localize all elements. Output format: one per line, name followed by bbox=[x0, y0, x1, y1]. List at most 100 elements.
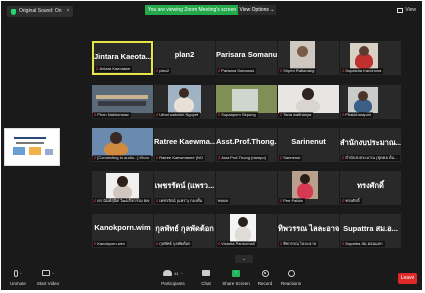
unmute-button[interactable]: ^ Unmute bbox=[1, 268, 35, 286]
participant-label: ♯ [Connecting to audio...] Khon bbox=[93, 155, 151, 161]
participant-name: Ratree Kaewma... bbox=[154, 137, 215, 146]
participant-name: สำนักงบประมาณ... bbox=[340, 138, 401, 147]
mic-muted-icon: ♯ bbox=[280, 241, 283, 246]
participant-label: ♯ Supaaporn Sirpong bbox=[217, 112, 258, 118]
participant-tile[interactable]: ทิพวรรณ ไลละอาจ ♯ ทิพวรรณ ไลละอาจ bbox=[278, 214, 339, 248]
participant-tile[interactable]: ♯ [Connecting to audio...] Khon bbox=[92, 128, 153, 162]
participant-tile[interactable]: กุลพัทธ์ กุลพัดต้อก ♯ กุลพัทธ์ กุลพัดต้อก bbox=[154, 214, 215, 248]
participant-label: ♯ Uthai watchim Nguyet bbox=[155, 112, 201, 118]
mic-muted-icon: ♯ bbox=[342, 112, 345, 117]
participant-label: thitikit bbox=[217, 198, 231, 204]
participant-name: ทรงศักดิ์ bbox=[357, 181, 384, 190]
participant-label: ♯ Supatcha Kanchona bbox=[341, 68, 384, 74]
participant-name: Jintara Kaeota... bbox=[94, 52, 151, 61]
participant-tile[interactable]: Supattra สม.อ... ♯ Supattra สม.ออนแจก bbox=[340, 214, 401, 248]
participant-tile[interactable]: ♯ ดร.นันท์สุนิศ วัฒนกิจกรรม BN bbox=[92, 171, 153, 205]
participant-label: ♯ Sarinenut bbox=[279, 155, 303, 161]
chevron-up-icon[interactable]: ^ bbox=[20, 271, 22, 276]
participant-label: ♯ สำนักงบประมาณ (ชุดคอ ต้น... bbox=[341, 155, 400, 161]
bottom-toolbar: ^ Unmute ^ Start Video 41 ^ Participants … bbox=[1, 266, 422, 290]
chat-icon bbox=[202, 270, 210, 276]
mic-muted-icon: ♯ bbox=[280, 198, 283, 203]
mic-muted-icon: ♯ bbox=[96, 66, 99, 71]
participant-tile[interactable]: Kanokporn.wim ♯ Kanokporn.wim bbox=[92, 214, 153, 248]
mic-muted-icon: ♯ bbox=[156, 68, 159, 73]
participant-label: ♯ ดร.นันท์สุนิศ วัฒนกิจกรรม BN bbox=[93, 198, 152, 204]
chat-button[interactable]: Chat bbox=[189, 268, 223, 286]
participant-tile[interactable]: ♯ Supaaporn Sirpong bbox=[216, 85, 277, 119]
participant-tile[interactable]: ♯ Phakkharapon bbox=[340, 85, 401, 119]
participant-tile[interactable]: ♯ Supatcha Kanchona bbox=[340, 41, 401, 75]
mic-muted-icon: ♯ bbox=[342, 155, 345, 160]
participant-name: Asst.Prof.Thong... bbox=[216, 137, 277, 146]
zoom-meeting-window: Original Sound: On × You are viewing Zoo… bbox=[1, 1, 422, 290]
participant-tile[interactable]: Sarinenut ♯ Sarinenut bbox=[278, 128, 339, 162]
participants-count: 41 bbox=[174, 270, 179, 276]
shared-screen-thumbnail[interactable] bbox=[4, 128, 60, 166]
participants-button[interactable]: 41 ^ Participants bbox=[156, 268, 190, 286]
participant-tile[interactable]: ♯ Tana watthanya bbox=[278, 85, 339, 119]
mic-muted-icon: ♯ bbox=[342, 68, 345, 73]
participant-tile[interactable]: สำนักงบประมาณ... ♯ สำนักงบประมาณ (ชุดคอ ต… bbox=[340, 128, 401, 162]
participant-name: Supattra สม.อ... bbox=[343, 224, 398, 233]
participant-label: ♯ Victoria Panlormall bbox=[217, 241, 257, 247]
participant-tile[interactable]: Jintara Kaeota... ♯ Jintara Kaeotawe bbox=[92, 41, 153, 75]
participant-video bbox=[92, 85, 153, 113]
participant-tile[interactable]: Parisara Somanus ♯ Parisara Somanus bbox=[216, 41, 277, 75]
mic-muted-icon: ♯ bbox=[94, 155, 97, 160]
mic-muted-icon: ♯ bbox=[280, 112, 283, 117]
participant-name: เพชรรัตน์ (แพรว... bbox=[154, 181, 215, 190]
reactions-button[interactable]: Reactions bbox=[274, 268, 308, 286]
participant-tile[interactable]: ♯ Pee Palida bbox=[278, 171, 339, 205]
start-video-button[interactable]: ^ Start Video bbox=[31, 268, 65, 286]
original-sound-button[interactable]: Original Sound: On × bbox=[7, 6, 74, 17]
participant-video bbox=[348, 87, 378, 113]
view-button[interactable]: View bbox=[397, 6, 416, 15]
participant-name: plan2 bbox=[174, 50, 195, 59]
participant-video bbox=[350, 43, 378, 69]
participant-tile[interactable]: ♯ Uthai watchim Nguyet bbox=[154, 85, 215, 119]
mic-muted-icon: ♯ bbox=[218, 68, 221, 73]
mic-muted-icon: ♯ bbox=[94, 198, 97, 203]
participant-label: ♯ Sripen Rattanang bbox=[279, 68, 317, 74]
mic-muted-icon: ♯ bbox=[342, 241, 345, 246]
reactions-label: Reactions bbox=[280, 281, 301, 286]
reactions-icon bbox=[287, 269, 295, 277]
participant-video bbox=[230, 214, 256, 242]
mic-muted-icon: ♯ bbox=[94, 112, 97, 117]
participant-video bbox=[292, 171, 318, 199]
participant-label: ♯ กุลพัทธ์ กุลพัดต้อก bbox=[155, 241, 193, 247]
participant-tile[interactable]: เพชรรัตน์ (แพรว... ♯ เพชรรัตน์ (แพรว) กอง… bbox=[154, 171, 215, 205]
mic-muted-icon: ♯ bbox=[156, 155, 159, 160]
mic-muted-icon: ♯ bbox=[156, 198, 159, 203]
microphone-icon bbox=[14, 269, 19, 277]
participant-label: ♯ เพชรรัตน์ (แพรว) กองทั้ม bbox=[155, 198, 205, 204]
participant-tile[interactable]: ทรงศักดิ์ ♯ ทรงศักดิ์ bbox=[340, 171, 401, 205]
participant-label: ♯ Phakkharapon bbox=[341, 112, 374, 118]
leave-button[interactable]: Leave bbox=[398, 273, 417, 284]
slide-subtitle-bar bbox=[16, 142, 44, 144]
participant-label: ♯ Parisara Somanus bbox=[217, 68, 257, 74]
participant-name: กุลพัทธ์ กุลพัดต้อก bbox=[155, 224, 214, 233]
participant-tile[interactable]: thitikit bbox=[216, 171, 277, 205]
mic-muted-icon: ♯ bbox=[218, 112, 221, 117]
view-options-button[interactable]: View Options ⌄ bbox=[238, 5, 276, 15]
participant-tile[interactable]: Ratree Kaewma... ♯ Ratree Kaewmanee (NO bbox=[154, 128, 215, 162]
participant-label: ♯ Ratree Kaewmanee (NO bbox=[155, 155, 206, 161]
participant-tile[interactable]: ♯ Victoria Panlormall bbox=[216, 214, 277, 248]
participant-tile[interactable]: Asst.Prof.Thong... ♯ Asst.Prof.Thong (dam… bbox=[216, 128, 277, 162]
chevron-up-icon[interactable]: ^ bbox=[52, 271, 54, 276]
mic-muted-icon: ♯ bbox=[156, 112, 159, 117]
participant-video bbox=[278, 85, 339, 113]
mic-muted-icon: ♯ bbox=[218, 241, 221, 246]
participant-label: ♯ ทิพวรรณ ไลละอาจ bbox=[279, 241, 318, 247]
grid-view-icon bbox=[397, 8, 404, 13]
participant-tile[interactable]: ♯ Sripen Rattanang bbox=[278, 41, 339, 75]
participant-tile[interactable]: plan2 ♯ plan2 bbox=[154, 41, 215, 75]
viewing-screen-banner: You are viewing Zoom Meeting's screen bbox=[145, 5, 239, 15]
gallery-collapse-button[interactable]: ⌄ bbox=[235, 255, 253, 263]
participant-tile[interactable]: ♯ Phon Nakhonsaw bbox=[92, 85, 153, 119]
chevron-up-icon[interactable]: ^ bbox=[181, 271, 183, 276]
participant-label: ♯ plan2 bbox=[155, 68, 172, 74]
close-icon[interactable]: × bbox=[67, 6, 70, 17]
